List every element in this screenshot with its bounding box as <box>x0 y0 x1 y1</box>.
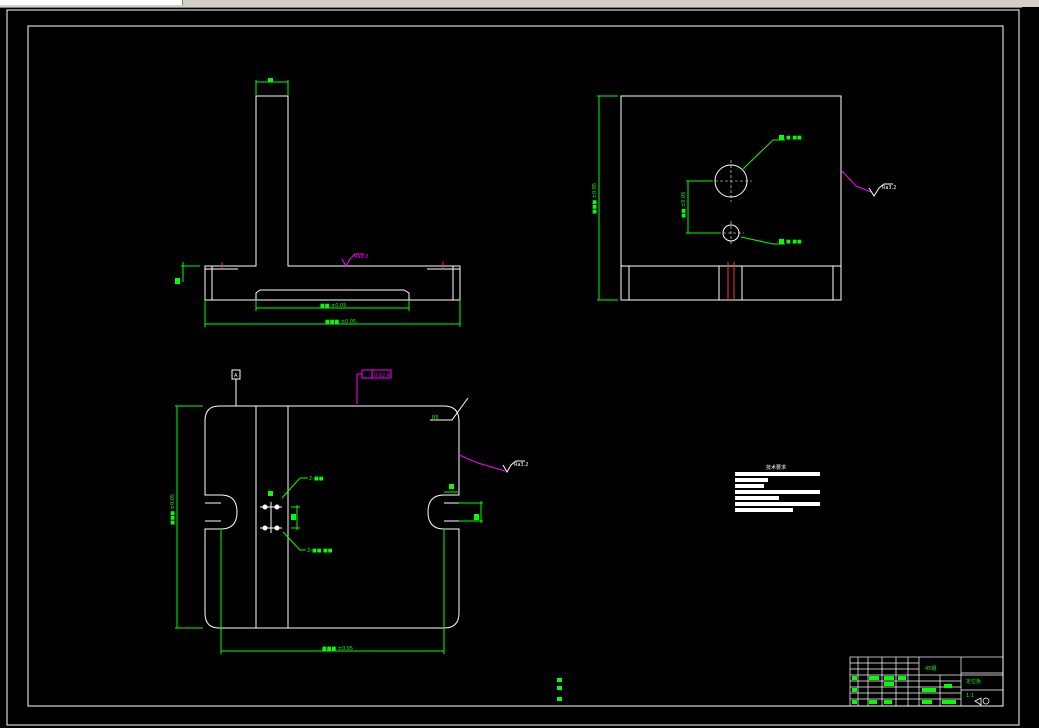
tech-notes-lines <box>735 472 820 512</box>
side-hole-bottom-callout: ■ ■■ <box>786 239 802 245</box>
document-tab[interactable] <box>0 0 183 5</box>
top-dim-height: ■■■ ±0.05 <box>170 494 176 525</box>
side-hole-top-callout: ■ ■■ <box>786 135 802 141</box>
vertical-scrollbar[interactable] <box>1022 7 1039 728</box>
front-view <box>204 95 461 301</box>
sheet-border-outer <box>6 9 1020 726</box>
title-block-part-name: 定位板 <box>966 678 981 685</box>
title-block-material: 45钢 <box>925 665 936 672</box>
top-holes <box>260 502 282 533</box>
corner-note: R5 <box>432 415 439 421</box>
side-roughness-label: Ra3.2 <box>882 185 896 191</box>
bottom-marks <box>557 678 562 701</box>
datum-a-label: A <box>234 373 238 379</box>
front-dim-outer: ■■■ ±0.05 <box>325 319 356 325</box>
front-red-marks <box>221 262 444 268</box>
top-roughness-label: Ra3.2 <box>514 462 528 468</box>
cad-drawing-canvas[interactable]: ■■ ±0.05 ■■■ ±0.05 Ra3.2 ■■■ ±0.05 ■■ ±0… <box>0 7 1022 728</box>
title-block-scale: 1:1 <box>966 693 974 699</box>
front-dim-inner: ■■ ±0.05 <box>320 303 346 309</box>
side-centerlines <box>710 160 752 245</box>
flatness-label: 0.02 A <box>374 373 391 379</box>
front-roughness-label: Ra3.2 <box>354 254 368 260</box>
top-dim-width: ■■■ ±0.05 <box>322 646 353 652</box>
side-dimensions <box>597 95 785 301</box>
top-roughness-leader <box>458 454 506 472</box>
top-hole-callout-bottom: 2-■■ ■■ <box>307 548 333 554</box>
top-hole-callout-top: 2-■■ <box>309 476 324 482</box>
top-dimensions <box>175 405 483 654</box>
side-hole-spacing: ■■ ±0.05 <box>681 192 687 218</box>
tech-notes-title: 技术要求 <box>766 464 786 471</box>
side-roughness-symbol <box>840 169 872 193</box>
top-view <box>204 405 460 629</box>
title-block-fills <box>852 676 956 704</box>
side-dim-height: ■■■ ±0.05 <box>592 183 598 214</box>
projection-symbol <box>974 697 990 706</box>
sheet-border-inner <box>27 25 1004 707</box>
side-red-marks <box>727 262 735 300</box>
